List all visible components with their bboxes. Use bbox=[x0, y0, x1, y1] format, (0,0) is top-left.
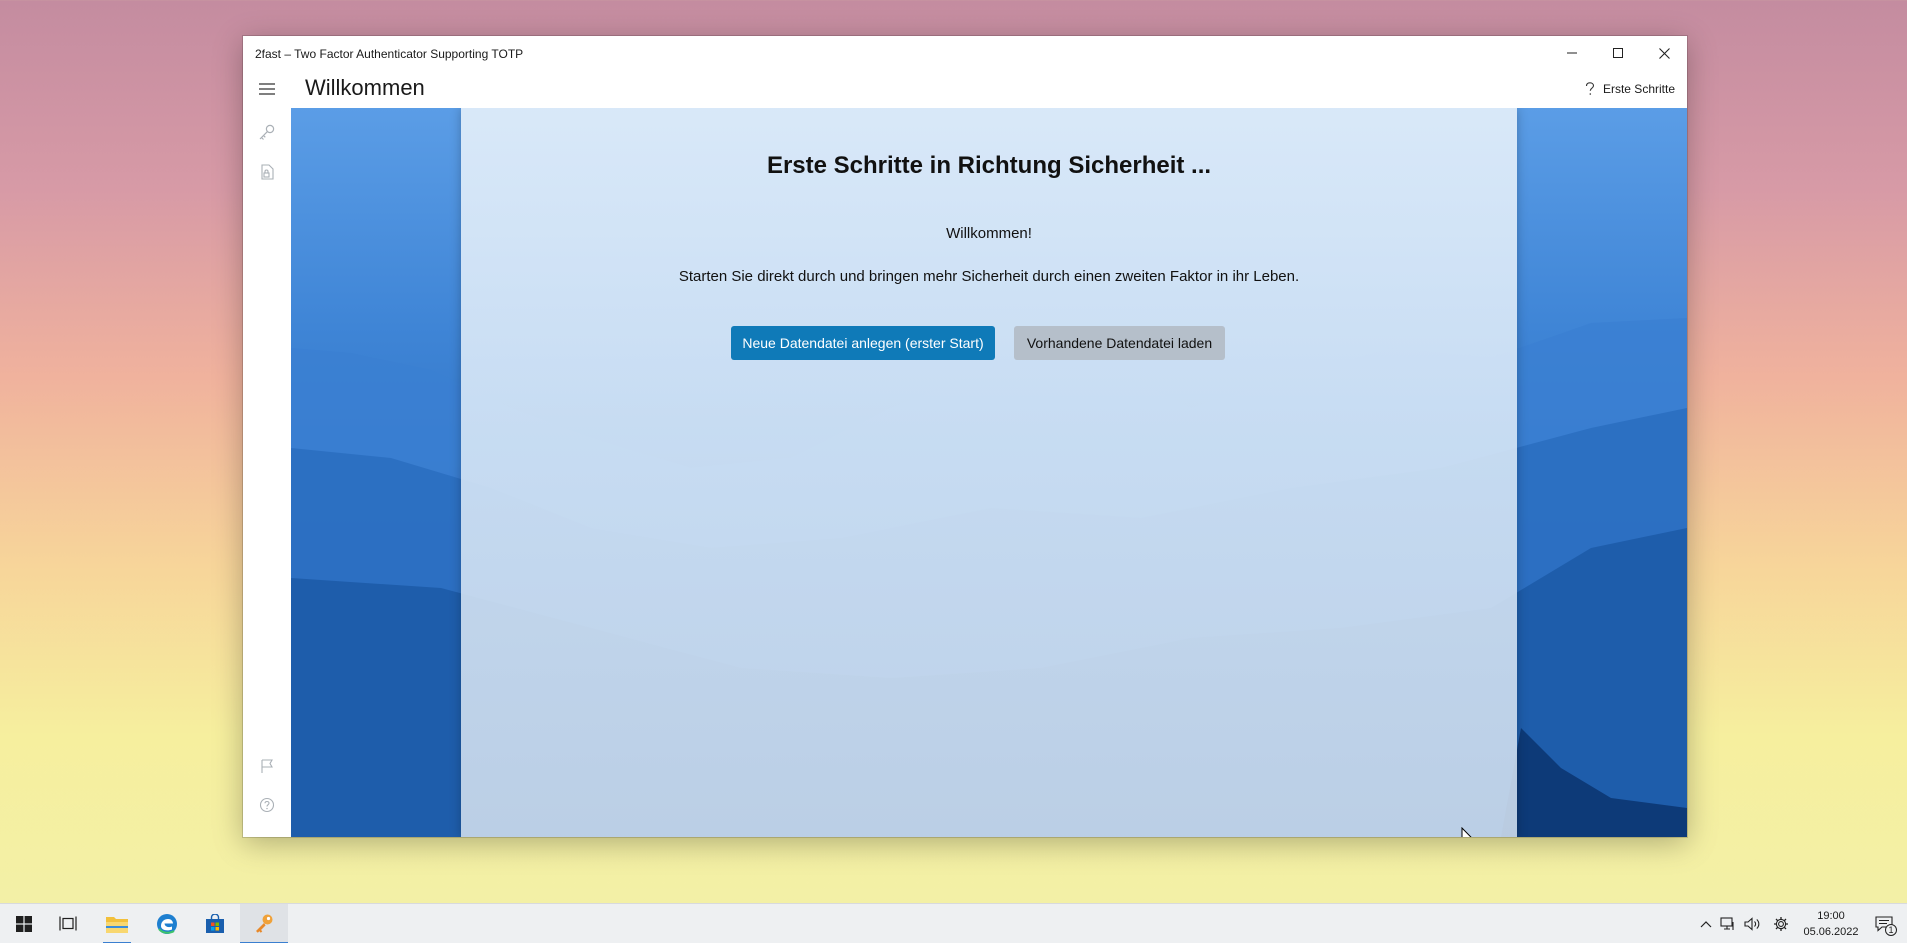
volume-button[interactable] bbox=[1743, 914, 1763, 934]
sidebar-item-datafile[interactable] bbox=[255, 160, 279, 184]
show-hidden-icons-button[interactable] bbox=[1696, 914, 1716, 934]
getting-started-label: Erste Schritte bbox=[1602, 82, 1675, 96]
edge-icon bbox=[157, 914, 177, 934]
taskbar-edge[interactable] bbox=[143, 904, 191, 943]
key-icon bbox=[259, 124, 275, 140]
network-icon bbox=[1720, 917, 1734, 930]
welcome-panel: Erste Schritte in Richtung Sicherheit ..… bbox=[461, 108, 1517, 837]
app-bar: Willkommen Erste Schritte bbox=[243, 70, 1687, 108]
maximize-button[interactable] bbox=[1595, 36, 1641, 70]
welcome-content: Erste Schritte in Richtung Sicherheit ..… bbox=[291, 108, 1687, 837]
taskbar-clock[interactable]: 19:00 05.06.2022 bbox=[1796, 908, 1866, 940]
page-title: Willkommen bbox=[305, 75, 425, 100]
action-center-button[interactable]: 1 bbox=[1874, 914, 1897, 936]
clock-time: 19:00 bbox=[1817, 910, 1845, 922]
task-view-button[interactable] bbox=[44, 904, 92, 943]
help-circle-icon bbox=[259, 797, 275, 813]
settings-tray-button[interactable] bbox=[1771, 914, 1791, 934]
2fast-key-icon bbox=[256, 914, 273, 933]
minimize-button[interactable] bbox=[1549, 36, 1595, 70]
sidebar-item-feedback[interactable] bbox=[255, 754, 279, 778]
flag-icon bbox=[261, 759, 273, 773]
app-window: 2fast – Two Factor Authenticator Support… bbox=[243, 36, 1687, 837]
sidebar-item-help[interactable] bbox=[255, 793, 279, 817]
taskbar: 19:00 05.06.2022 1 bbox=[0, 903, 1907, 943]
file-explorer-icon bbox=[106, 917, 128, 933]
getting-started-button[interactable]: Erste Schritte bbox=[1585, 78, 1675, 100]
taskbar-file-explorer[interactable] bbox=[93, 904, 141, 943]
volume-icon bbox=[1744, 917, 1760, 931]
close-button[interactable] bbox=[1641, 36, 1687, 70]
create-datafile-button[interactable]: Neue Datendatei anlegen (erster Start) bbox=[731, 326, 995, 360]
start-icon bbox=[16, 916, 32, 932]
task-view-icon bbox=[59, 916, 77, 931]
file-lock-icon bbox=[261, 164, 274, 180]
navigation-sidebar bbox=[243, 108, 291, 837]
question-mark-icon bbox=[1585, 82, 1595, 95]
minimize-icon bbox=[1567, 52, 1577, 54]
title-bar[interactable]: 2fast – Two Factor Authenticator Support… bbox=[243, 36, 1687, 70]
start-button[interactable] bbox=[0, 904, 48, 943]
hamburger-menu-button[interactable] bbox=[255, 78, 279, 100]
gear-icon bbox=[1774, 917, 1788, 931]
mouse-cursor-icon bbox=[1461, 827, 1472, 837]
maximize-icon bbox=[1613, 48, 1623, 58]
load-datafile-button[interactable]: Vorhandene Datendatei laden bbox=[1014, 326, 1225, 360]
welcome-description: Starten Sie direkt durch und bringen meh… bbox=[678, 268, 1300, 285]
clock-date: 05.06.2022 bbox=[1803, 926, 1859, 938]
taskbar-store[interactable] bbox=[191, 904, 239, 943]
sidebar-item-accounts[interactable] bbox=[255, 120, 279, 144]
welcome-text: Willkommen! bbox=[946, 225, 1032, 242]
window-title: 2fast – Two Factor Authenticator Support… bbox=[255, 47, 524, 61]
close-icon bbox=[1658, 47, 1670, 59]
notification-count-badge: 1 bbox=[1885, 924, 1897, 936]
chevron-up-icon bbox=[1700, 921, 1712, 928]
network-button[interactable] bbox=[1718, 914, 1738, 934]
store-icon bbox=[206, 914, 224, 933]
taskbar-2fast[interactable] bbox=[240, 904, 288, 943]
welcome-heading: Erste Schritte in Richtung Sicherheit ..… bbox=[766, 152, 1212, 179]
hamburger-icon bbox=[259, 83, 275, 95]
